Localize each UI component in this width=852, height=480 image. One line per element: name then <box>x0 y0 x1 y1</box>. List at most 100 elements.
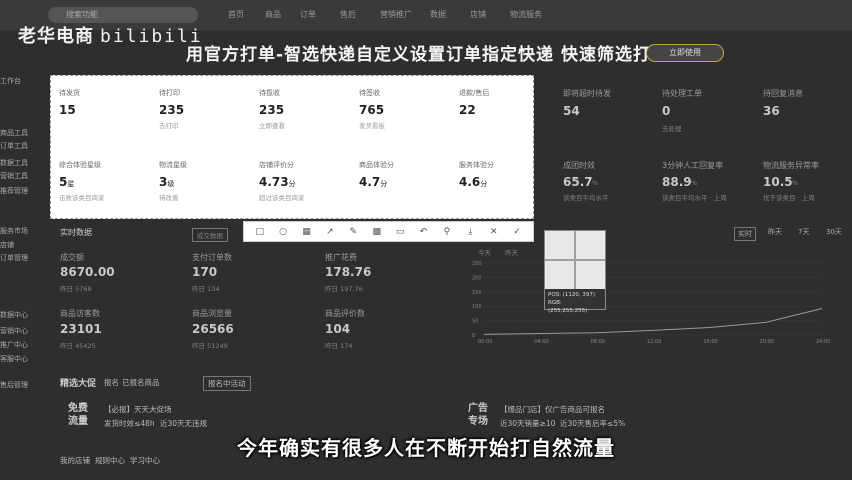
banner-button[interactable]: 立即使用 <box>646 44 724 62</box>
blur-icon[interactable]: ▩ <box>370 227 384 237</box>
metric-sub[interactable]: 去打印 <box>159 120 255 130</box>
score-unit: 分 <box>480 180 488 188</box>
sidebar-item[interactable]: 推荐管理 <box>0 186 28 196</box>
rt-sub: 昨日 174 <box>325 342 353 350</box>
metric-value: 54 <box>563 104 580 118</box>
score-value: 4.73 <box>259 175 289 189</box>
time-tab[interactable]: 30天 <box>826 227 842 237</box>
video-subtitle: 今年确实有很多人在不断开始打自然流量 <box>237 436 615 460</box>
close-icon[interactable]: ✕ <box>487 227 501 237</box>
rt-label: 支付订单数 <box>192 253 232 262</box>
sidebar-item[interactable]: 客服中心 <box>0 354 28 364</box>
metric-card[interactable]: 待发货 15 <box>59 88 155 117</box>
rate-value: 10.5 <box>763 175 793 189</box>
sidebar-item[interactable]: 售后管理 <box>0 380 28 390</box>
score-label: 店铺评价分 <box>259 161 294 169</box>
nav-item[interactable]: 售后 <box>340 9 356 20</box>
sidebar-item[interactable]: 服务市场 <box>0 226 28 236</box>
nav-item[interactable]: 数据 <box>430 9 446 20</box>
rt-value: 104 <box>325 322 351 336</box>
nav-item[interactable]: 营销推广 <box>380 9 412 20</box>
pin-icon[interactable]: ⚲ <box>440 227 454 237</box>
free-traffic-label: 免费流量 <box>68 403 88 427</box>
sidebar-item[interactable]: 营销工具 <box>0 171 28 181</box>
sidebar-item[interactable]: 店铺 <box>0 240 14 250</box>
circle-tool-icon[interactable]: ○ <box>276 227 290 237</box>
series-line <box>483 308 823 335</box>
section-title: 实时数据 <box>60 228 92 237</box>
rect-tool-icon[interactable]: □ <box>253 227 267 237</box>
rt-sub: 昨日 5768 <box>60 285 92 293</box>
screenshot-selection-panel[interactable]: 待发货 15 待打印 235 去打印 待揽收 235 立即查看 待签收 765 … <box>50 75 534 219</box>
score-card[interactable]: 商品体验分 4.7分 <box>359 160 455 189</box>
confirm-icon[interactable]: ✓ <box>510 227 524 237</box>
metric-sub[interactable]: 去处理 <box>662 123 682 133</box>
metric-card[interactable]: 待揽收 235 立即查看 <box>259 88 355 130</box>
score-card[interactable]: 服务体验分 4.6分 <box>459 160 555 189</box>
time-tab[interactable]: 昨天 <box>768 227 782 237</box>
cursor-magnifier: POS: (1120, 397) RGB: (255,255,255) <box>544 230 606 314</box>
text-icon[interactable]: ▭ <box>393 227 407 237</box>
x-tick-label: 00:00 <box>478 339 492 345</box>
nav-item[interactable]: 物流服务 <box>510 9 542 20</box>
promo-title: 精选大促 <box>60 379 97 389</box>
metric-label: 待揽收 <box>259 89 280 97</box>
metric-value: 22 <box>459 103 476 117</box>
nav-item[interactable]: 店铺 <box>470 9 486 20</box>
legend-today: 今天 <box>478 249 491 257</box>
score-value: 4.7 <box>359 175 381 189</box>
metric-label: 退款/售后 <box>459 89 490 97</box>
sidebar-item[interactable]: 数据工具 <box>0 158 28 168</box>
promo-tab[interactable]: 报名中活动 <box>203 376 251 391</box>
y-tick-label: 200 <box>472 275 482 281</box>
rt-sub: 昨日 45425 <box>60 342 96 350</box>
x-tick-label: 12:00 <box>647 339 661 345</box>
sidebar-item[interactable]: 工作台 <box>0 76 21 86</box>
rt-sub: 昨日 51249 <box>192 342 228 350</box>
promo-tab[interactable]: 已报名商品 <box>122 377 160 388</box>
time-tab[interactable]: 7天 <box>798 227 809 237</box>
score-card[interactable]: 物流星级 3级 待改善 <box>159 160 255 202</box>
score-label: 商品体验分 <box>359 161 394 169</box>
undo-icon[interactable]: ↶ <box>417 227 431 237</box>
score-label: 综合体验星级 <box>59 161 101 169</box>
channel-watermark: 老华电商 bilibili <box>18 22 203 48</box>
score-label: 服务体验分 <box>459 161 494 169</box>
metric-card[interactable]: 退款/售后 22 <box>459 88 555 117</box>
score-card[interactable]: 综合体验星级 5星 击败该类目商家 <box>59 160 155 202</box>
sidebar-item[interactable]: 营销中心 <box>0 326 28 336</box>
banner-title: 用官方打单-智选快递自定义设置订单指定快递 快速筛选打印 <box>186 45 669 65</box>
data-type-select[interactable]: 成交数据 <box>192 228 228 242</box>
sidebar-item[interactable]: 订单工具 <box>0 141 28 151</box>
score-card[interactable]: 店铺评价分 4.73分 超过该类目商家 <box>259 160 355 202</box>
rate-unit: % <box>592 179 599 187</box>
mosaic-icon[interactable]: ▦ <box>300 227 314 237</box>
nav-item[interactable]: 商品 <box>265 9 281 20</box>
metric-value: 235 <box>259 103 285 117</box>
pen-icon[interactable]: ✎ <box>346 227 360 237</box>
score-sub: 超过该类目商家 <box>259 194 305 202</box>
promo-tab[interactable]: 报名 <box>104 377 119 388</box>
rt-label: 商品浏览量 <box>192 309 232 318</box>
magnifier-crosshair <box>545 259 605 261</box>
metric-sub[interactable]: 立即查看 <box>259 120 355 130</box>
metric-value: 36 <box>763 104 780 118</box>
metric-sub[interactable]: 发货看板 <box>359 120 455 130</box>
search-input[interactable]: 搜索功能 <box>48 7 198 23</box>
sidebar-item[interactable]: 订单管理 <box>0 253 28 263</box>
nav-item[interactable]: 首页 <box>228 9 244 20</box>
save-icon[interactable]: ⤓ <box>463 227 477 237</box>
sidebar-item[interactable]: 数据中心 <box>0 310 28 320</box>
nav-item[interactable]: 订单 <box>300 9 316 20</box>
metric-card[interactable]: 待签收 765 发货看板 <box>359 88 455 130</box>
sidebar-item[interactable]: 商品工具 <box>0 128 28 138</box>
time-tab[interactable]: 实时 <box>734 227 756 241</box>
rate-unit: % <box>691 179 698 187</box>
x-tick-label: 24:00 <box>816 339 830 345</box>
rt-value: 8670.00 <box>60 265 115 279</box>
x-tick-label: 16:00 <box>703 339 717 345</box>
rt-label: 商品评价数 <box>325 309 365 318</box>
metric-card[interactable]: 待打印 235 去打印 <box>159 88 255 130</box>
sidebar-item[interactable]: 推广中心 <box>0 340 28 350</box>
arrow-icon[interactable]: ↗ <box>323 227 337 237</box>
